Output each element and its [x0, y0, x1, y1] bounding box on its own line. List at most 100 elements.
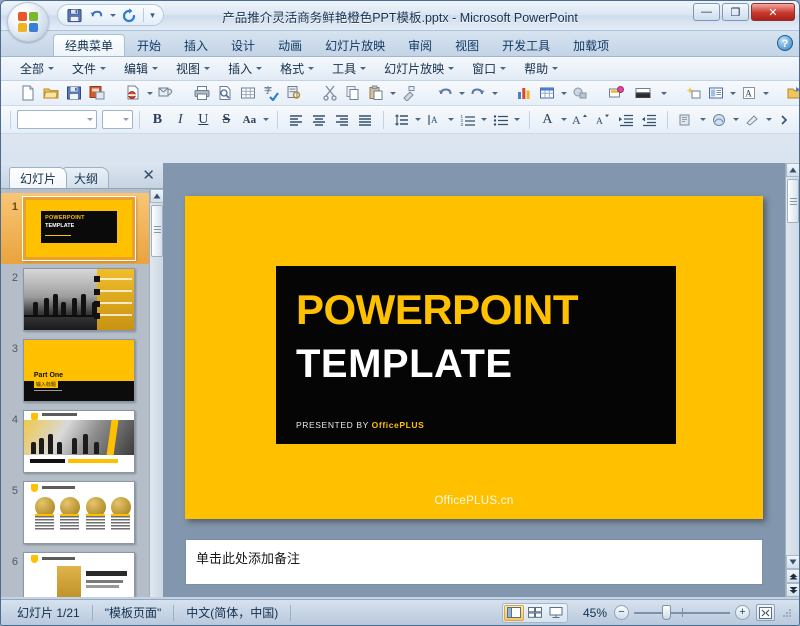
slide-thumbnail-2[interactable]: 2: [1, 264, 149, 335]
permission-icon[interactable]: [122, 83, 144, 104]
open-folder-icon[interactable]: [40, 83, 62, 104]
align-center-icon[interactable]: [308, 109, 330, 130]
numbered-dropdown-icon[interactable]: [480, 109, 489, 130]
insert-object-icon[interactable]: [675, 109, 697, 130]
close-panel-icon[interactable]: ✕: [142, 166, 155, 184]
slide-thumbnail-3[interactable]: 3 Part One 输入标题: [1, 335, 149, 406]
copy-icon[interactable]: [342, 83, 364, 104]
scrollbar-thumb[interactable]: [787, 179, 799, 223]
menu-item-5[interactable]: 格式: [271, 58, 323, 79]
redo-icon[interactable]: [467, 83, 489, 104]
slide-sorter-icon[interactable]: [525, 605, 545, 621]
undo-dropdown-icon[interactable]: [457, 83, 466, 104]
scroll-up-icon[interactable]: [150, 189, 164, 203]
slide-thumbnail-preview[interactable]: [23, 481, 135, 544]
slide-thumbnail-preview[interactable]: [23, 552, 135, 597]
minimize-button[interactable]: —: [693, 3, 720, 21]
save-as-icon[interactable]: [86, 83, 108, 104]
design-dropdown-icon[interactable]: [731, 109, 740, 130]
zoom-percent[interactable]: 45%: [576, 606, 614, 620]
align-left-icon[interactable]: [285, 109, 307, 130]
research-icon[interactable]: [283, 83, 305, 104]
decrease-indent-icon[interactable]: [638, 109, 660, 130]
italic-button[interactable]: I: [169, 109, 191, 130]
office-button[interactable]: [7, 2, 49, 42]
insert-table-icon[interactable]: [536, 83, 558, 104]
ribbon-tab-4[interactable]: 动画: [267, 34, 313, 56]
case-dropdown-icon[interactable]: [261, 109, 270, 130]
animation-icon[interactable]: [682, 83, 704, 104]
paste-dropdown-icon[interactable]: [388, 83, 397, 104]
zoom-slider-knob[interactable]: [662, 605, 671, 620]
undo-dropdown-icon[interactable]: [108, 5, 117, 26]
save-icon[interactable]: [63, 83, 85, 104]
bulleted-list-icon[interactable]: [490, 109, 512, 130]
customize-qat-icon[interactable]: ▾: [148, 5, 157, 26]
ribbon-tab-5[interactable]: 幻灯片放映: [314, 34, 396, 56]
fit-to-window-icon[interactable]: [756, 604, 775, 621]
zoom-slider[interactable]: [634, 605, 730, 620]
maximize-button[interactable]: ❐: [722, 3, 749, 21]
line-spacing-dropdown-icon[interactable]: [414, 109, 423, 130]
direction-dropdown-icon[interactable]: [447, 109, 456, 130]
panel-tab-1[interactable]: 大纲: [63, 167, 110, 188]
slide-thumbnail-preview[interactable]: [23, 268, 135, 331]
save-icon[interactable]: [64, 6, 84, 24]
paste-icon[interactable]: [365, 83, 387, 104]
print-icon[interactable]: [191, 83, 213, 104]
scroll-down-icon[interactable]: [786, 555, 799, 569]
expand-folder-icon[interactable]: [784, 83, 799, 104]
font-size-input[interactable]: [101, 110, 133, 129]
font-color-dropdown-icon[interactable]: [559, 109, 568, 130]
slide-show-icon[interactable]: [546, 605, 566, 621]
email-attach-icon[interactable]: [155, 83, 177, 104]
slide-layout-icon[interactable]: [705, 83, 727, 104]
slide-thumbnail-list[interactable]: 1 POWERPOINT TEMPLATE 2 3 Part One 输入标题 4 5 6: [1, 189, 149, 597]
ribbon-tab-8[interactable]: 开发工具: [491, 34, 561, 56]
new-slide-icon[interactable]: [605, 83, 627, 104]
bold-button[interactable]: B: [146, 109, 168, 130]
font-color-icon[interactable]: A: [536, 109, 558, 130]
permission-dropdown-icon[interactable]: [145, 83, 154, 104]
ribbon-tab-1[interactable]: 开始: [126, 34, 172, 56]
redo-icon[interactable]: [119, 6, 139, 24]
more-icon[interactable]: [774, 109, 796, 130]
increase-font-icon[interactable]: A: [569, 109, 591, 130]
design-dropdown-icon[interactable]: [659, 83, 668, 104]
layout-dropdown-icon[interactable]: [728, 83, 737, 104]
slide-title-block[interactable]: POWERPOINT TEMPLATE PRESENTED BY OfficeP…: [276, 266, 676, 444]
slide-thumbnail-1[interactable]: 1 POWERPOINT TEMPLATE: [1, 193, 149, 264]
slide-design-icon[interactable]: [628, 83, 658, 104]
zoom-in-button[interactable]: +: [735, 605, 750, 620]
help-icon[interactable]: ?: [777, 35, 793, 51]
line-spacing-icon[interactable]: [391, 109, 413, 130]
insert-chart-icon[interactable]: [513, 83, 535, 104]
previous-slide-icon[interactable]: [786, 569, 799, 583]
ribbon-tab-0[interactable]: 经典菜单: [53, 34, 126, 56]
scroll-up-icon[interactable]: [786, 163, 799, 177]
slide-thumbnail-preview[interactable]: POWERPOINT TEMPLATE: [23, 197, 135, 260]
menu-item-6[interactable]: 工具: [323, 58, 375, 79]
bulleted-dropdown-icon[interactable]: [513, 109, 522, 130]
table-dropdown-icon[interactable]: [559, 83, 568, 104]
font-color-dropdown-icon[interactable]: [761, 83, 770, 104]
panel-tab-0[interactable]: 幻灯片: [9, 167, 68, 188]
slide-thumbnail-6[interactable]: 6: [1, 548, 149, 597]
current-slide[interactable]: POWERPOINT TEMPLATE PRESENTED BY OfficeP…: [185, 196, 763, 519]
menu-item-7[interactable]: 幻灯片放映: [375, 58, 463, 79]
shape-fill-icon[interactable]: [741, 109, 763, 130]
shadow-button[interactable]: S: [215, 109, 237, 130]
menu-item-4[interactable]: 插入: [219, 58, 271, 79]
resize-grip-icon[interactable]: [781, 607, 793, 619]
numbered-list-icon[interactable]: 123: [457, 109, 479, 130]
format-painter-icon[interactable]: [398, 83, 420, 104]
slide-scrollbar[interactable]: [785, 163, 799, 597]
close-button[interactable]: ✕: [751, 3, 795, 21]
decrease-font-icon[interactable]: A: [592, 109, 614, 130]
slide-thumbnail-preview[interactable]: Part One 输入标题: [23, 339, 135, 402]
undo-icon[interactable]: [86, 6, 106, 24]
undo-icon[interactable]: [434, 83, 456, 104]
redo-dropdown-icon[interactable]: [490, 83, 499, 104]
normal-view-icon[interactable]: [504, 604, 524, 621]
new-document-icon[interactable]: [17, 83, 39, 104]
